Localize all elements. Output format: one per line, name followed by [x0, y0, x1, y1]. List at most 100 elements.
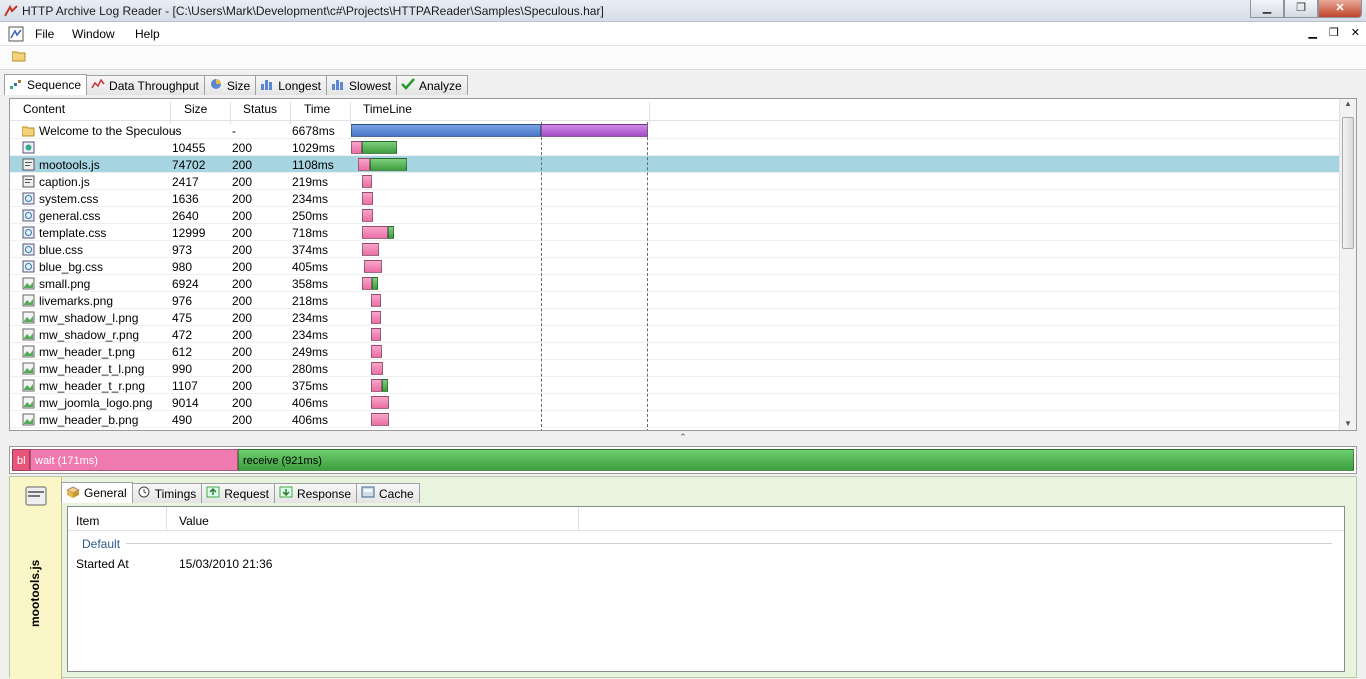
- js-file-icon: [22, 175, 35, 188]
- prop-item-value[interactable]: 15/03/2010 21:36: [179, 557, 272, 571]
- tab-label: Cache: [379, 486, 414, 501]
- scroll-thumb[interactable]: [1342, 117, 1354, 249]
- cell-time: 375ms: [292, 379, 329, 393]
- table-row[interactable]: mw_header_t_l.png 990 200 280ms: [10, 360, 1340, 377]
- table-row[interactable]: system.css 1636 200 234ms: [10, 190, 1340, 207]
- cell-size: 1107: [172, 379, 198, 393]
- table-row[interactable]: mw_header_t_r.png 1107 200 375ms: [10, 377, 1340, 394]
- png-file-icon: [22, 362, 35, 375]
- tab-label: Size: [226, 78, 251, 93]
- col-timeline[interactable]: TimeLine: [363, 102, 412, 116]
- cell-content: mw_header_t_r.png: [39, 379, 146, 393]
- tab-sequence[interactable]: Sequence: [4, 74, 88, 95]
- upload-icon: [206, 486, 220, 501]
- cell-time: 234ms: [292, 311, 329, 325]
- table-row[interactable]: mootools.js 74702 200 1108ms: [10, 156, 1340, 173]
- table-row[interactable]: 10455 200 1029ms: [10, 139, 1340, 156]
- cell-time: 718ms: [292, 226, 329, 240]
- table-row[interactable]: Welcome to the Speculous - -6678ms: [10, 122, 1340, 139]
- menu-window[interactable]: Window: [72, 27, 115, 41]
- minimize-button[interactable]: ▁: [1250, 0, 1284, 18]
- col-status[interactable]: Status: [243, 102, 277, 116]
- png-file-icon: [22, 413, 35, 426]
- prop-category[interactable]: Default: [82, 537, 120, 551]
- detail-tab-timings[interactable]: Timings: [131, 483, 203, 503]
- detail-tab-general[interactable]: General: [61, 482, 133, 503]
- maximize-button[interactable]: ❐: [1284, 0, 1318, 18]
- timeline-bar: [362, 175, 372, 188]
- title-bar: HTTP Archive Log Reader - [C:\Users\Mark…: [0, 0, 1366, 22]
- table-row[interactable]: mw_shadow_l.png 475 200 234ms: [10, 309, 1340, 326]
- prop-col-value[interactable]: Value: [179, 514, 209, 528]
- cell-content: mw_joomla_logo.png: [39, 396, 153, 410]
- app-icon: [4, 4, 18, 17]
- cell-size: 976: [172, 294, 193, 308]
- cell-time: 374ms: [292, 243, 329, 257]
- grid-scrollbar[interactable]: ▲ ▼: [1339, 99, 1356, 430]
- cell-content: mw_header_t.png: [39, 345, 136, 359]
- col-content[interactable]: Content: [23, 102, 65, 116]
- tab-label: Slowest: [348, 78, 391, 93]
- tab-data-throughput[interactable]: Data Throughput: [86, 75, 205, 95]
- table-row[interactable]: template.css 12999 200 718ms: [10, 224, 1340, 241]
- scroll-down-arrow[interactable]: ▼: [1340, 419, 1356, 428]
- col-time[interactable]: Time: [304, 102, 330, 116]
- table-row[interactable]: caption.js 2417 200 219ms: [10, 173, 1340, 190]
- cell-content: mootools.js: [39, 158, 100, 172]
- cube-icon: [66, 485, 80, 501]
- cell-size: 1636: [172, 192, 199, 206]
- cell-content: general.css: [39, 209, 101, 223]
- table-row[interactable]: mw_header_t.png 612 200 249ms: [10, 343, 1340, 360]
- detail-tab-response[interactable]: Response: [273, 483, 358, 503]
- splitter[interactable]: ⌃: [9, 432, 1357, 444]
- cell-size: 10455: [172, 141, 206, 155]
- png-file-icon: [22, 294, 35, 307]
- png-file-icon: [22, 345, 35, 358]
- table-row[interactable]: general.css 2640 200 250ms: [10, 207, 1340, 224]
- menu-help[interactable]: Help: [135, 27, 160, 41]
- tab-size[interactable]: Size: [203, 75, 257, 95]
- tab-analyze[interactable]: Analyze: [395, 75, 468, 95]
- table-row[interactable]: mw_joomla_logo.png 9014 200 406ms: [10, 394, 1340, 411]
- timing-detail-bar: bl wait (171ms) receive (921ms): [9, 446, 1357, 474]
- checkmark-icon: [401, 78, 415, 93]
- tab-slowest[interactable]: Slowest: [325, 75, 397, 95]
- cell-content: caption.js: [39, 175, 90, 189]
- cell-status: 200: [232, 209, 253, 223]
- cell-status: 200: [232, 328, 253, 342]
- request-grid: Content Size Status Time TimeLine Welcom…: [9, 98, 1357, 431]
- table-row[interactable]: small.png 6924 200 358ms: [10, 275, 1340, 292]
- scroll-up-arrow[interactable]: ▲: [1340, 99, 1356, 108]
- tab-label: Longest: [278, 78, 321, 93]
- cell-size: 973: [172, 243, 193, 257]
- table-row[interactable]: livemarks.png 976 200 218ms: [10, 292, 1340, 309]
- table-row[interactable]: mw_header_b.png 490 200 406ms: [10, 411, 1340, 428]
- cell-time: 406ms: [292, 396, 329, 410]
- js-file-icon: [25, 486, 47, 506]
- mdi-restore-button[interactable]: ❐: [1329, 26, 1339, 39]
- table-row[interactable]: blue.css 973 200 374ms: [10, 241, 1340, 258]
- html-file-icon: [22, 141, 35, 154]
- prop-col-item[interactable]: Item: [76, 514, 99, 528]
- close-button[interactable]: ✕: [1318, 0, 1362, 18]
- menu-file[interactable]: File: [35, 27, 54, 41]
- timeline-bar: [387, 226, 395, 239]
- detail-tab-request[interactable]: Request: [201, 483, 275, 503]
- js-file-icon: [22, 158, 35, 171]
- table-row[interactable]: mw_shadow_r.png 472 200 234ms: [10, 326, 1340, 343]
- cell-status: 200: [232, 260, 253, 274]
- folder-file-icon: [21, 124, 35, 137]
- timeline-bar: [362, 277, 373, 290]
- tab-longest[interactable]: Longest: [255, 75, 327, 95]
- open-folder-icon[interactable]: [12, 50, 26, 62]
- mdi-minimize-button[interactable]: ▁: [1308, 26, 1316, 39]
- app-menu-icon[interactable]: [8, 26, 24, 42]
- mdi-close-button[interactable]: ✕: [1351, 26, 1360, 39]
- col-size[interactable]: Size: [184, 102, 207, 116]
- cell-time: 219ms: [292, 175, 329, 189]
- table-row[interactable]: blue_bg.css 980 200 405ms: [10, 258, 1340, 275]
- css-file-icon: [22, 226, 35, 239]
- detail-tab-cache[interactable]: Cache: [356, 483, 420, 503]
- cell-size: 612: [172, 345, 193, 359]
- timeline-bar: [371, 379, 382, 392]
